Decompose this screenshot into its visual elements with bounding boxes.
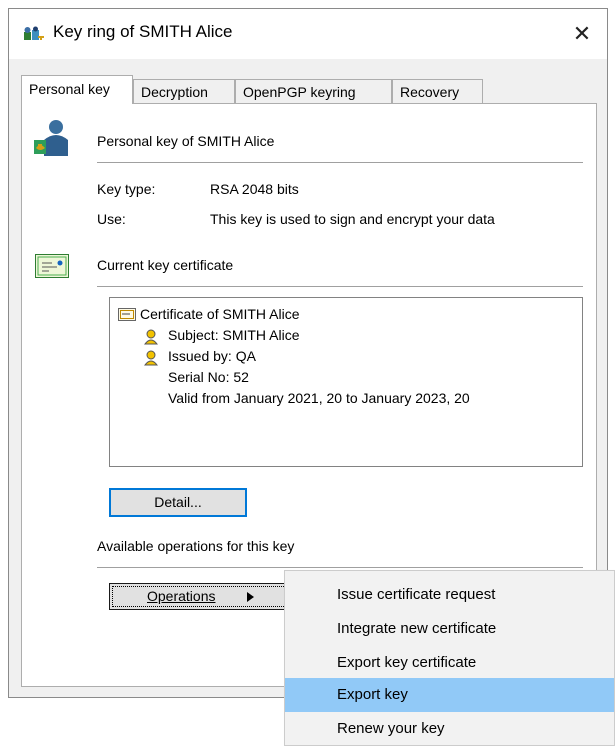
person-badge-icon bbox=[143, 329, 159, 345]
tab-openpgp-keyring[interactable]: OpenPGP keyring bbox=[235, 79, 392, 103]
window-title: Key ring of SMITH Alice bbox=[53, 22, 233, 41]
separator bbox=[97, 567, 583, 568]
separator bbox=[97, 162, 583, 163]
tab-recovery[interactable]: Recovery bbox=[392, 79, 483, 103]
certificate-icon bbox=[35, 254, 69, 278]
key-ring-icon bbox=[24, 26, 44, 40]
title-bar: Key ring of SMITH Alice ✕ bbox=[9, 9, 607, 59]
personal-key-heading: Personal key of SMITH Alice bbox=[97, 133, 275, 149]
menu-item-issue-certificate-request[interactable]: Issue certificate request bbox=[285, 578, 614, 612]
certificate-issuer: Issued by: QA bbox=[168, 348, 256, 364]
certificate-small-icon bbox=[118, 308, 136, 321]
operations-button-label: Operations bbox=[147, 588, 216, 604]
certificate-validity: Valid from January 2021, 20 to January 2… bbox=[168, 390, 470, 406]
menu-item-renew-your-key[interactable]: Renew your key bbox=[285, 712, 614, 746]
separator bbox=[97, 286, 583, 287]
menu-item-export-key[interactable]: Export key bbox=[285, 678, 614, 712]
operations-menu: Issue certificate request Integrate new … bbox=[284, 570, 615, 746]
certificate-root-node: Certificate of SMITH Alice bbox=[140, 306, 300, 322]
key-type-value: RSA 2048 bits bbox=[210, 181, 299, 197]
use-label: Use: bbox=[97, 211, 126, 227]
certificate-heading: Current key certificate bbox=[97, 257, 234, 273]
menu-item-integrate-new-certificate[interactable]: Integrate new certificate bbox=[285, 612, 614, 646]
certificate-subject: Subject: SMITH Alice bbox=[168, 327, 300, 343]
certificate-serial: Serial No: 52 bbox=[168, 369, 249, 385]
chevron-right-icon bbox=[247, 592, 254, 602]
key-type-label: Key type: bbox=[97, 181, 156, 197]
detail-button[interactable]: Detail... bbox=[109, 488, 247, 517]
certificate-tree[interactable]: Certificate of SMITH Alice Subject: SMIT… bbox=[109, 297, 583, 467]
tab-personal-key[interactable]: Personal key bbox=[21, 75, 133, 104]
tab-decryption[interactable]: Decryption bbox=[133, 79, 235, 103]
operations-button[interactable]: Operations bbox=[109, 583, 289, 610]
close-button[interactable]: ✕ bbox=[563, 15, 601, 53]
user-key-icon bbox=[34, 120, 68, 156]
use-value: This key is used to sign and encrypt you… bbox=[210, 211, 495, 227]
person-badge-icon bbox=[143, 350, 159, 366]
operations-heading: Available operations for this key bbox=[97, 538, 295, 554]
menu-item-export-key-certificate[interactable]: Export key certificate bbox=[285, 646, 614, 680]
